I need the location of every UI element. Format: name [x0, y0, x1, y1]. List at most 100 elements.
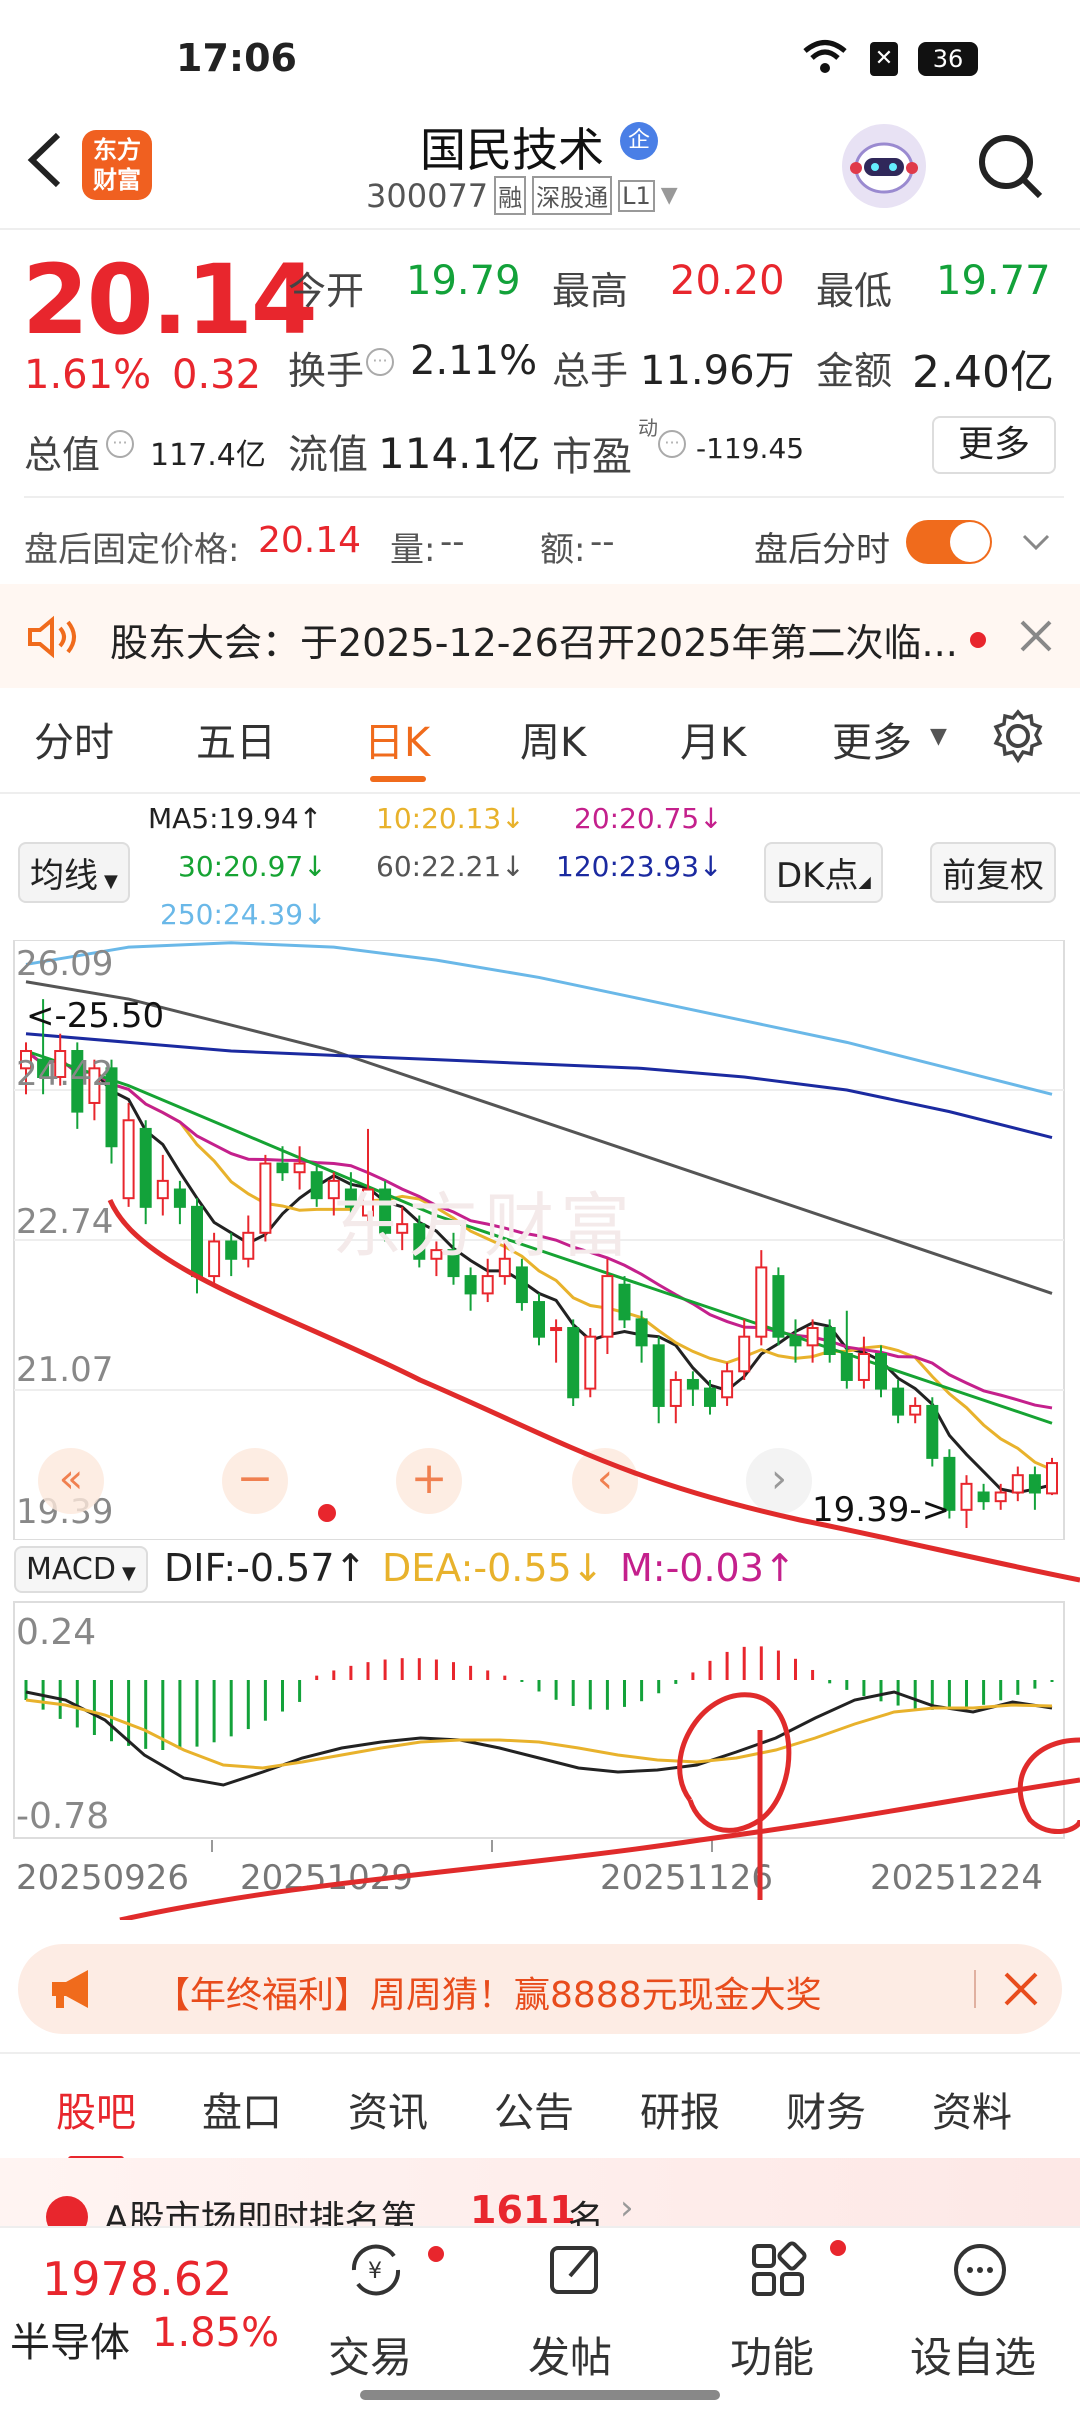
low-label: 最低	[816, 269, 893, 313]
info-icon[interactable]: ···	[106, 430, 134, 458]
stock-code-row: 300077 融 深股通 L1 ▼	[366, 176, 678, 215]
tag-level: L1	[618, 179, 655, 212]
stock-name: 国民技术	[420, 123, 604, 177]
change-value: 0.32	[172, 352, 262, 398]
high-marker: <-25.50	[26, 996, 165, 1036]
unread-dot	[970, 632, 986, 648]
corner-triangle-icon: ◢	[858, 872, 871, 891]
ma-dropdown-label: 均线	[30, 856, 98, 896]
megaphone-icon	[48, 1966, 98, 2016]
tab-five-day[interactable]: 五日	[196, 710, 276, 768]
adjust-price-button[interactable]: 前复权	[930, 842, 1056, 903]
turnover-value: 2.11%	[410, 338, 538, 384]
tab-news[interactable]: 资讯	[348, 2080, 428, 2138]
volume-value: 11.96万	[640, 348, 795, 394]
dk-point-button[interactable]: DK点◢	[764, 842, 883, 903]
close-icon[interactable]	[1016, 616, 1056, 660]
mcap-label: 总值	[24, 433, 101, 477]
index-change[interactable]: 1.85%	[152, 2310, 279, 2356]
more-dots-icon[interactable]	[950, 2240, 1010, 2304]
gear-icon[interactable]	[990, 708, 1046, 774]
chevron-down-icon[interactable]	[1018, 524, 1054, 564]
open-label: 今开	[288, 269, 365, 313]
post-label[interactable]: 发帖	[528, 2324, 612, 2385]
chevron-right-icon: ›	[620, 2188, 634, 2228]
trade-badge-dot	[428, 2246, 444, 2262]
float-label: 流值	[288, 432, 368, 478]
ma5-label: MA5:19.94↑	[148, 802, 323, 835]
tab-daily-k[interactable]: 日K	[364, 710, 430, 768]
app-logo[interactable]: 东方 财富	[82, 130, 152, 200]
volume-label: 总手	[552, 349, 629, 393]
tab-announcement[interactable]: 公告	[494, 2080, 574, 2138]
turnover-label: 换手	[288, 349, 365, 393]
trade-label[interactable]: 交易	[328, 2324, 412, 2385]
dk-button-label: DK点	[776, 856, 859, 896]
function-icon[interactable]	[748, 2240, 808, 2304]
ma-dropdown[interactable]: 均线 ▼	[18, 842, 130, 903]
promo-banner[interactable]: 【年终福利】周周猜！赢8888元现金大奖	[18, 1944, 1062, 2034]
tab-intraday[interactable]: 分时	[34, 710, 114, 768]
chevron-down-icon[interactable]: ▼	[661, 183, 678, 208]
amount-label: 金额	[816, 349, 893, 393]
enterprise-badge: 企	[620, 122, 658, 160]
afterhours-vol: --	[440, 522, 465, 562]
ma250-line	[25, 941, 1053, 1096]
pe-label: 市盈	[552, 434, 632, 480]
mcap-value: 117.4亿	[150, 438, 266, 473]
ma60-label: 60:22.21↓	[376, 850, 525, 883]
chart-period-tabs: 分时 五日 日K 周K 月K 更多 ▼	[0, 708, 1080, 790]
tab-finance[interactable]: 财务	[786, 2080, 866, 2138]
notice-text: 股东大会：于2025-12-26召开2025年第二次临...	[110, 621, 958, 665]
function-badge-dot	[830, 2240, 846, 2256]
tab-monthly-k[interactable]: 月K	[680, 710, 746, 768]
function-label[interactable]: 功能	[730, 2324, 814, 2385]
ma30-label: 30:20.97↓	[178, 850, 327, 883]
more-button[interactable]: 更多	[932, 416, 1056, 474]
afterhours-vol-label: 量:	[390, 530, 436, 570]
trade-icon[interactable]: ¥	[344, 2240, 408, 2304]
tab-weekly-k[interactable]: 周K	[520, 710, 586, 768]
svg-text:¥: ¥	[368, 2259, 382, 2284]
tab-guba[interactable]: 股吧	[56, 2080, 136, 2138]
back-icon[interactable]	[20, 130, 70, 194]
robot-avatar-icon[interactable]	[842, 124, 926, 208]
info-icon[interactable]: ···	[658, 430, 686, 458]
section-tabs: 股吧 盘口 资讯 公告 研报 财务 资料	[0, 2080, 1080, 2162]
home-indicator	[360, 2390, 720, 2400]
afterhours-amt-label: 额:	[540, 530, 586, 570]
info-icon[interactable]: ···	[366, 348, 394, 376]
ma10-label: 10:20.13↓	[376, 802, 525, 835]
logo-line2: 财富	[93, 166, 141, 194]
search-icon[interactable]	[976, 132, 1046, 206]
index-value[interactable]: 1978.62	[42, 2252, 232, 2306]
close-icon[interactable]	[1002, 1970, 1040, 2012]
afterhours-amt: --	[590, 522, 615, 562]
tab-research[interactable]: 研报	[640, 2080, 720, 2138]
caret-down-icon: ▼	[104, 871, 118, 892]
no-sim-icon: ✕	[870, 42, 898, 76]
ma20-label: 20:20.75↓	[574, 802, 723, 835]
battery-icon: 36	[918, 42, 978, 76]
float-value: 114.1亿	[378, 429, 541, 478]
watchlist-label[interactable]: 设自选	[910, 2324, 1036, 2385]
tab-pankou[interactable]: 盘口	[202, 2080, 282, 2138]
last-price: 20.14	[22, 244, 318, 356]
low-value: 19.77	[936, 258, 1051, 304]
tab-more[interactable]: 更多	[832, 710, 912, 768]
banner-divider	[974, 1970, 976, 2008]
notice-bar[interactable]: 股东大会：于2025-12-26召开2025年第二次临...	[0, 584, 1080, 688]
caret-down-icon: ▼	[930, 724, 947, 749]
ma-legend: MA5:19.94↑ 10:20.13↓ 20:20.75↓ 均线 ▼ 30:20…	[0, 796, 1080, 936]
pe-value: -119.45	[696, 432, 805, 465]
bottom-action-bar: 1978.62 半导体 1.85% ¥ 交易 发帖 功能 设自选	[0, 2226, 1080, 2412]
index-name[interactable]: 半导体	[10, 2310, 130, 2368]
afterhours-price: 20.14	[258, 520, 362, 561]
candle	[293, 1162, 306, 1174]
y-label-top: 26.09	[16, 944, 114, 984]
afterhours-toggle[interactable]	[906, 520, 992, 564]
speaker-icon	[26, 614, 82, 664]
post-icon[interactable]	[546, 2240, 606, 2304]
quote-panel: 20.14 1.61% 0.32 今开 19.79 最高 20.20 最低 19…	[0, 230, 1080, 490]
tab-profile[interactable]: 资料	[932, 2080, 1012, 2138]
